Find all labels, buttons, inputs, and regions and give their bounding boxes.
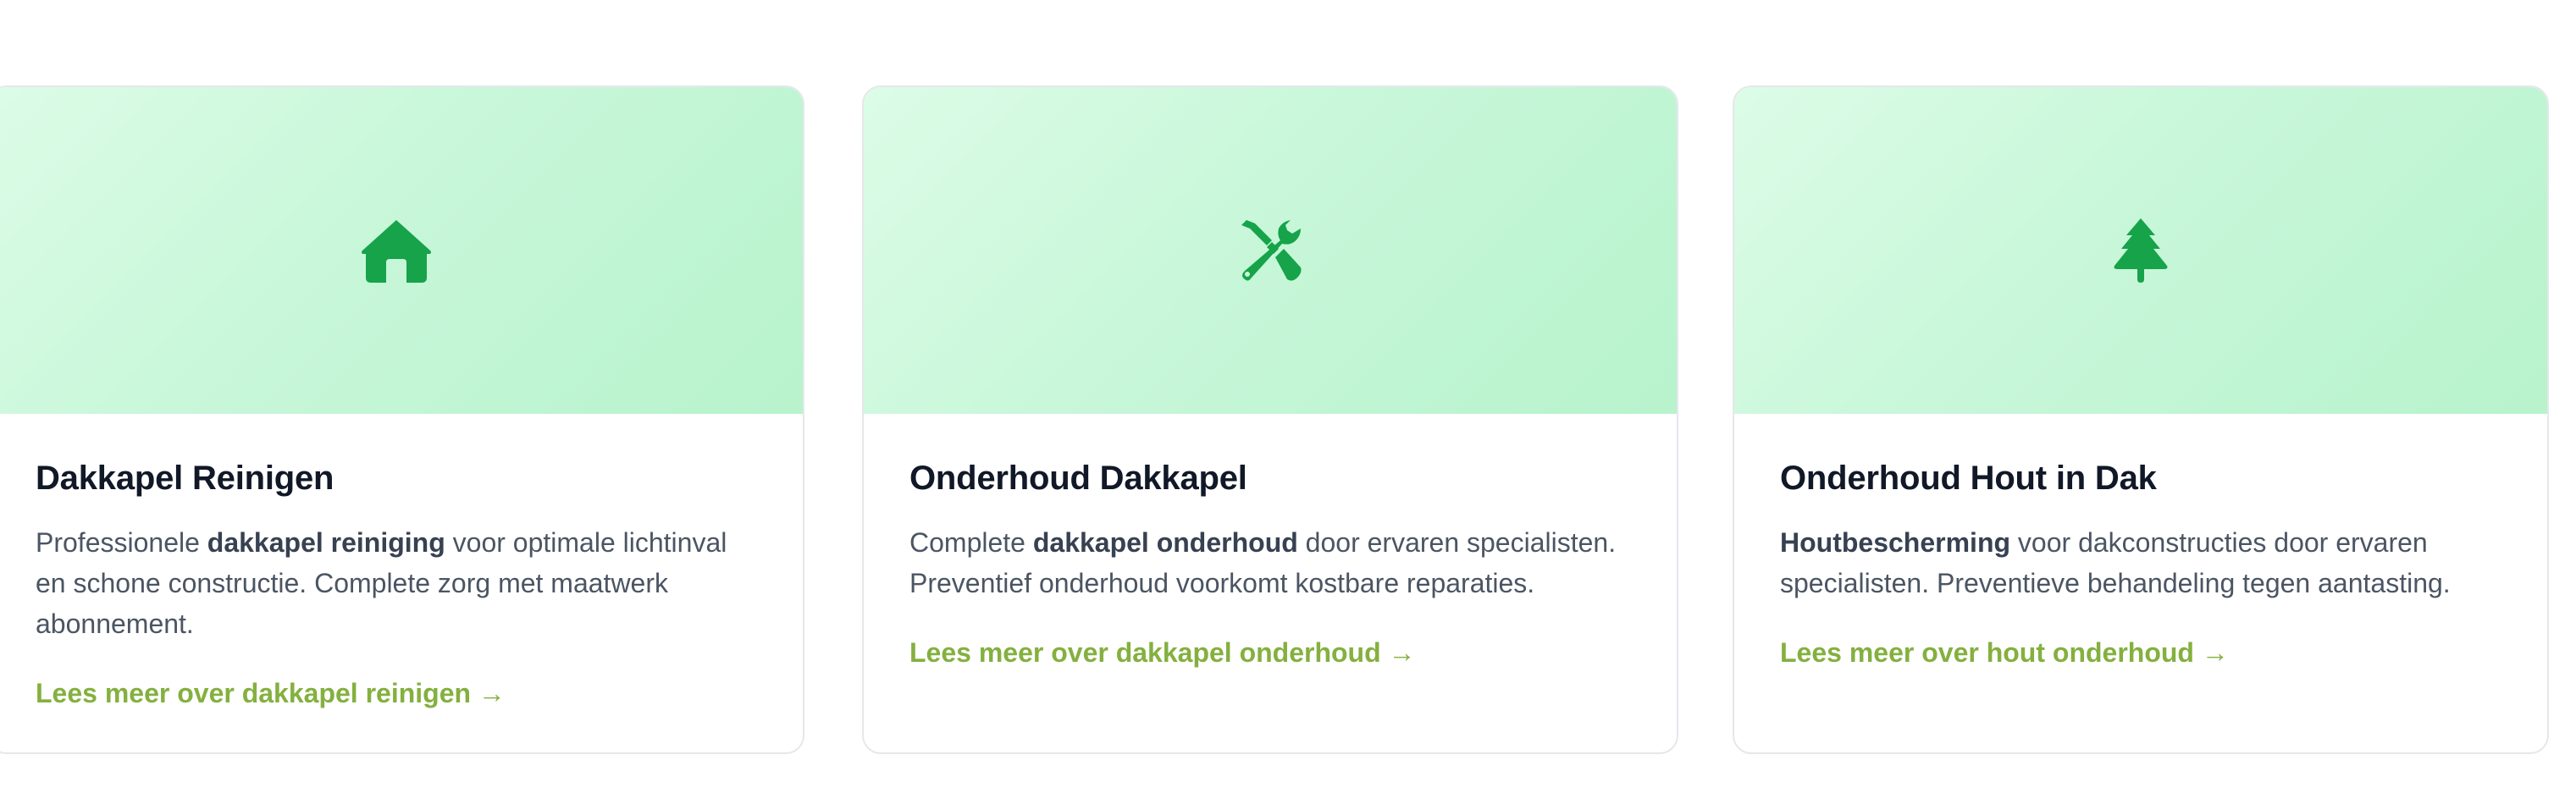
card-description: Houtbescherming voor dakconstructies doo…	[1780, 522, 2505, 603]
description-text: Professionele	[36, 527, 207, 558]
read-more-link[interactable]: Lees meer over hout onderhoud →	[1780, 634, 2229, 671]
card-description: Professionele dakkapel reiniging voor op…	[36, 522, 760, 644]
card-body: Dakkapel Reinigen Professionele dakkapel…	[0, 456, 803, 712]
card-media	[864, 87, 1677, 414]
card-media	[0, 87, 803, 414]
tools-icon	[1238, 218, 1302, 283]
card-title: Onderhoud Dakkapel	[909, 460, 1247, 497]
description-highlight: Houtbescherming	[1780, 527, 2011, 558]
read-more-link[interactable]: Lees meer over dakkapel reinigen →	[36, 675, 506, 712]
card-title: Onderhoud Hout in Dak	[1780, 460, 2157, 497]
card-media	[1734, 87, 2547, 414]
description-text: Complete	[909, 527, 1033, 558]
service-card-onderhoud-dakkapel[interactable]: Onderhoud Dakkapel Complete dakkapel ond…	[862, 85, 1678, 754]
card-body: Onderhoud Dakkapel Complete dakkapel ond…	[864, 456, 1677, 671]
service-card-onderhoud-hout[interactable]: Onderhoud Hout in Dak Houtbescherming vo…	[1733, 85, 2549, 754]
card-description: Complete dakkapel onderhoud door ervaren…	[909, 522, 1634, 603]
read-more-link[interactable]: Lees meer over dakkapel onderhoud →	[909, 634, 1416, 671]
home-icon	[361, 218, 432, 283]
description-highlight: dakkapel reiniging	[207, 527, 445, 558]
card-body: Onderhoud Hout in Dak Houtbescherming vo…	[1734, 456, 2547, 671]
description-highlight: dakkapel onderhoud	[1032, 527, 1298, 558]
service-card-dakkapel-reinigen[interactable]: Dakkapel Reinigen Professionele dakkapel…	[0, 85, 804, 754]
card-title: Dakkapel Reinigen	[36, 460, 334, 497]
services-section: Dakkapel Reinigen Professionele dakkapel…	[0, 0, 2576, 793]
tree-icon	[2113, 218, 2169, 283]
